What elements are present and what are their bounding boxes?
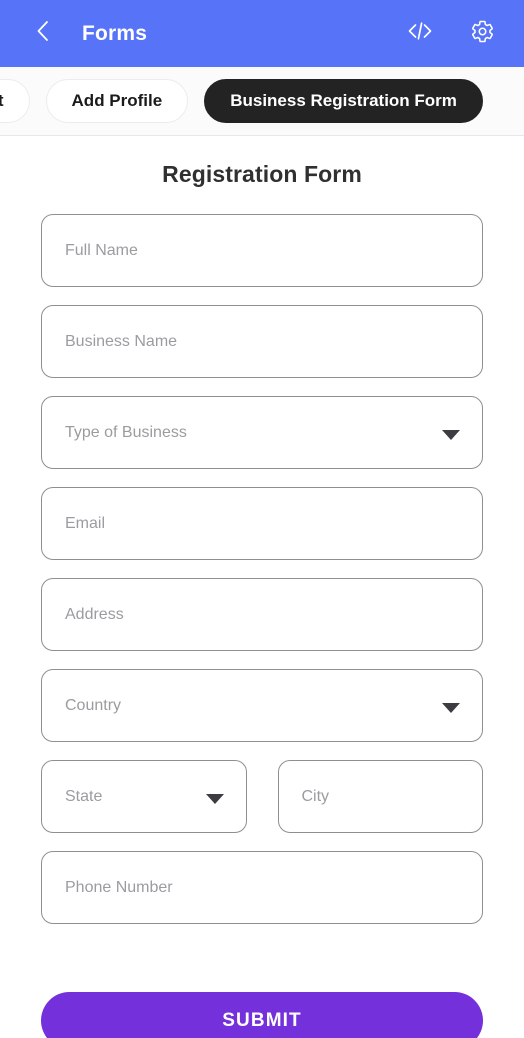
chevron-down-icon xyxy=(442,702,460,713)
state-placeholder: State xyxy=(65,787,103,805)
type-of-business-select[interactable]: Type of Business xyxy=(41,396,483,469)
full-name-field[interactable]: Full Name xyxy=(41,214,483,287)
full-name-placeholder: Full Name xyxy=(65,241,138,259)
city-placeholder: City xyxy=(301,787,330,805)
address-placeholder: Address xyxy=(65,605,124,623)
address-field[interactable]: Address xyxy=(41,578,483,651)
app-bar: Forms xyxy=(0,0,524,67)
tab-business-registration-form[interactable]: Business Registration Form xyxy=(204,79,483,123)
email-field[interactable]: Email xyxy=(41,487,483,560)
tab-label: Add Profile xyxy=(71,91,163,110)
settings-button[interactable] xyxy=(462,14,502,54)
chevron-left-icon xyxy=(33,19,53,48)
back-button[interactable] xyxy=(26,17,60,51)
tab-scroller[interactable]: ayment Add Profile Business Registration… xyxy=(0,79,499,123)
submit-button[interactable]: SUBMIT xyxy=(41,992,483,1038)
business-name-field[interactable]: Business Name xyxy=(41,305,483,378)
country-placeholder: Country xyxy=(65,696,122,714)
state-select[interactable]: State xyxy=(41,760,247,833)
code-icon xyxy=(407,19,433,48)
app-title: Forms xyxy=(82,21,148,45)
phone-number-placeholder: Phone Number xyxy=(65,878,173,896)
tab-add-profile[interactable]: Add Profile xyxy=(45,79,189,123)
submit-button-container: SUBMIT xyxy=(41,992,483,1038)
tab-label: Business Registration Form xyxy=(230,91,457,110)
chevron-down-icon xyxy=(442,429,460,440)
city-field[interactable]: City xyxy=(277,760,483,833)
email-placeholder: Email xyxy=(65,514,106,532)
code-view-button[interactable] xyxy=(400,14,440,54)
gear-icon xyxy=(470,19,495,49)
phone-number-field[interactable]: Phone Number xyxy=(41,851,483,924)
state-city-row: State City xyxy=(41,760,483,833)
tab-label: ayment xyxy=(0,91,4,111)
registration-form: Registration Form Full Name Business Nam… xyxy=(0,161,524,1038)
chevron-down-icon xyxy=(205,793,224,804)
type-of-business-placeholder: Type of Business xyxy=(65,423,187,441)
tab-bar[interactable]: ayment Add Profile Business Registration… xyxy=(0,67,524,136)
business-name-placeholder: Business Name xyxy=(65,332,178,350)
app-screen: Forms ayment xyxy=(0,0,524,1038)
tab-payment[interactable]: ayment xyxy=(0,79,30,123)
page-title: Registration Form xyxy=(162,161,362,187)
country-select[interactable]: Country xyxy=(41,669,483,742)
